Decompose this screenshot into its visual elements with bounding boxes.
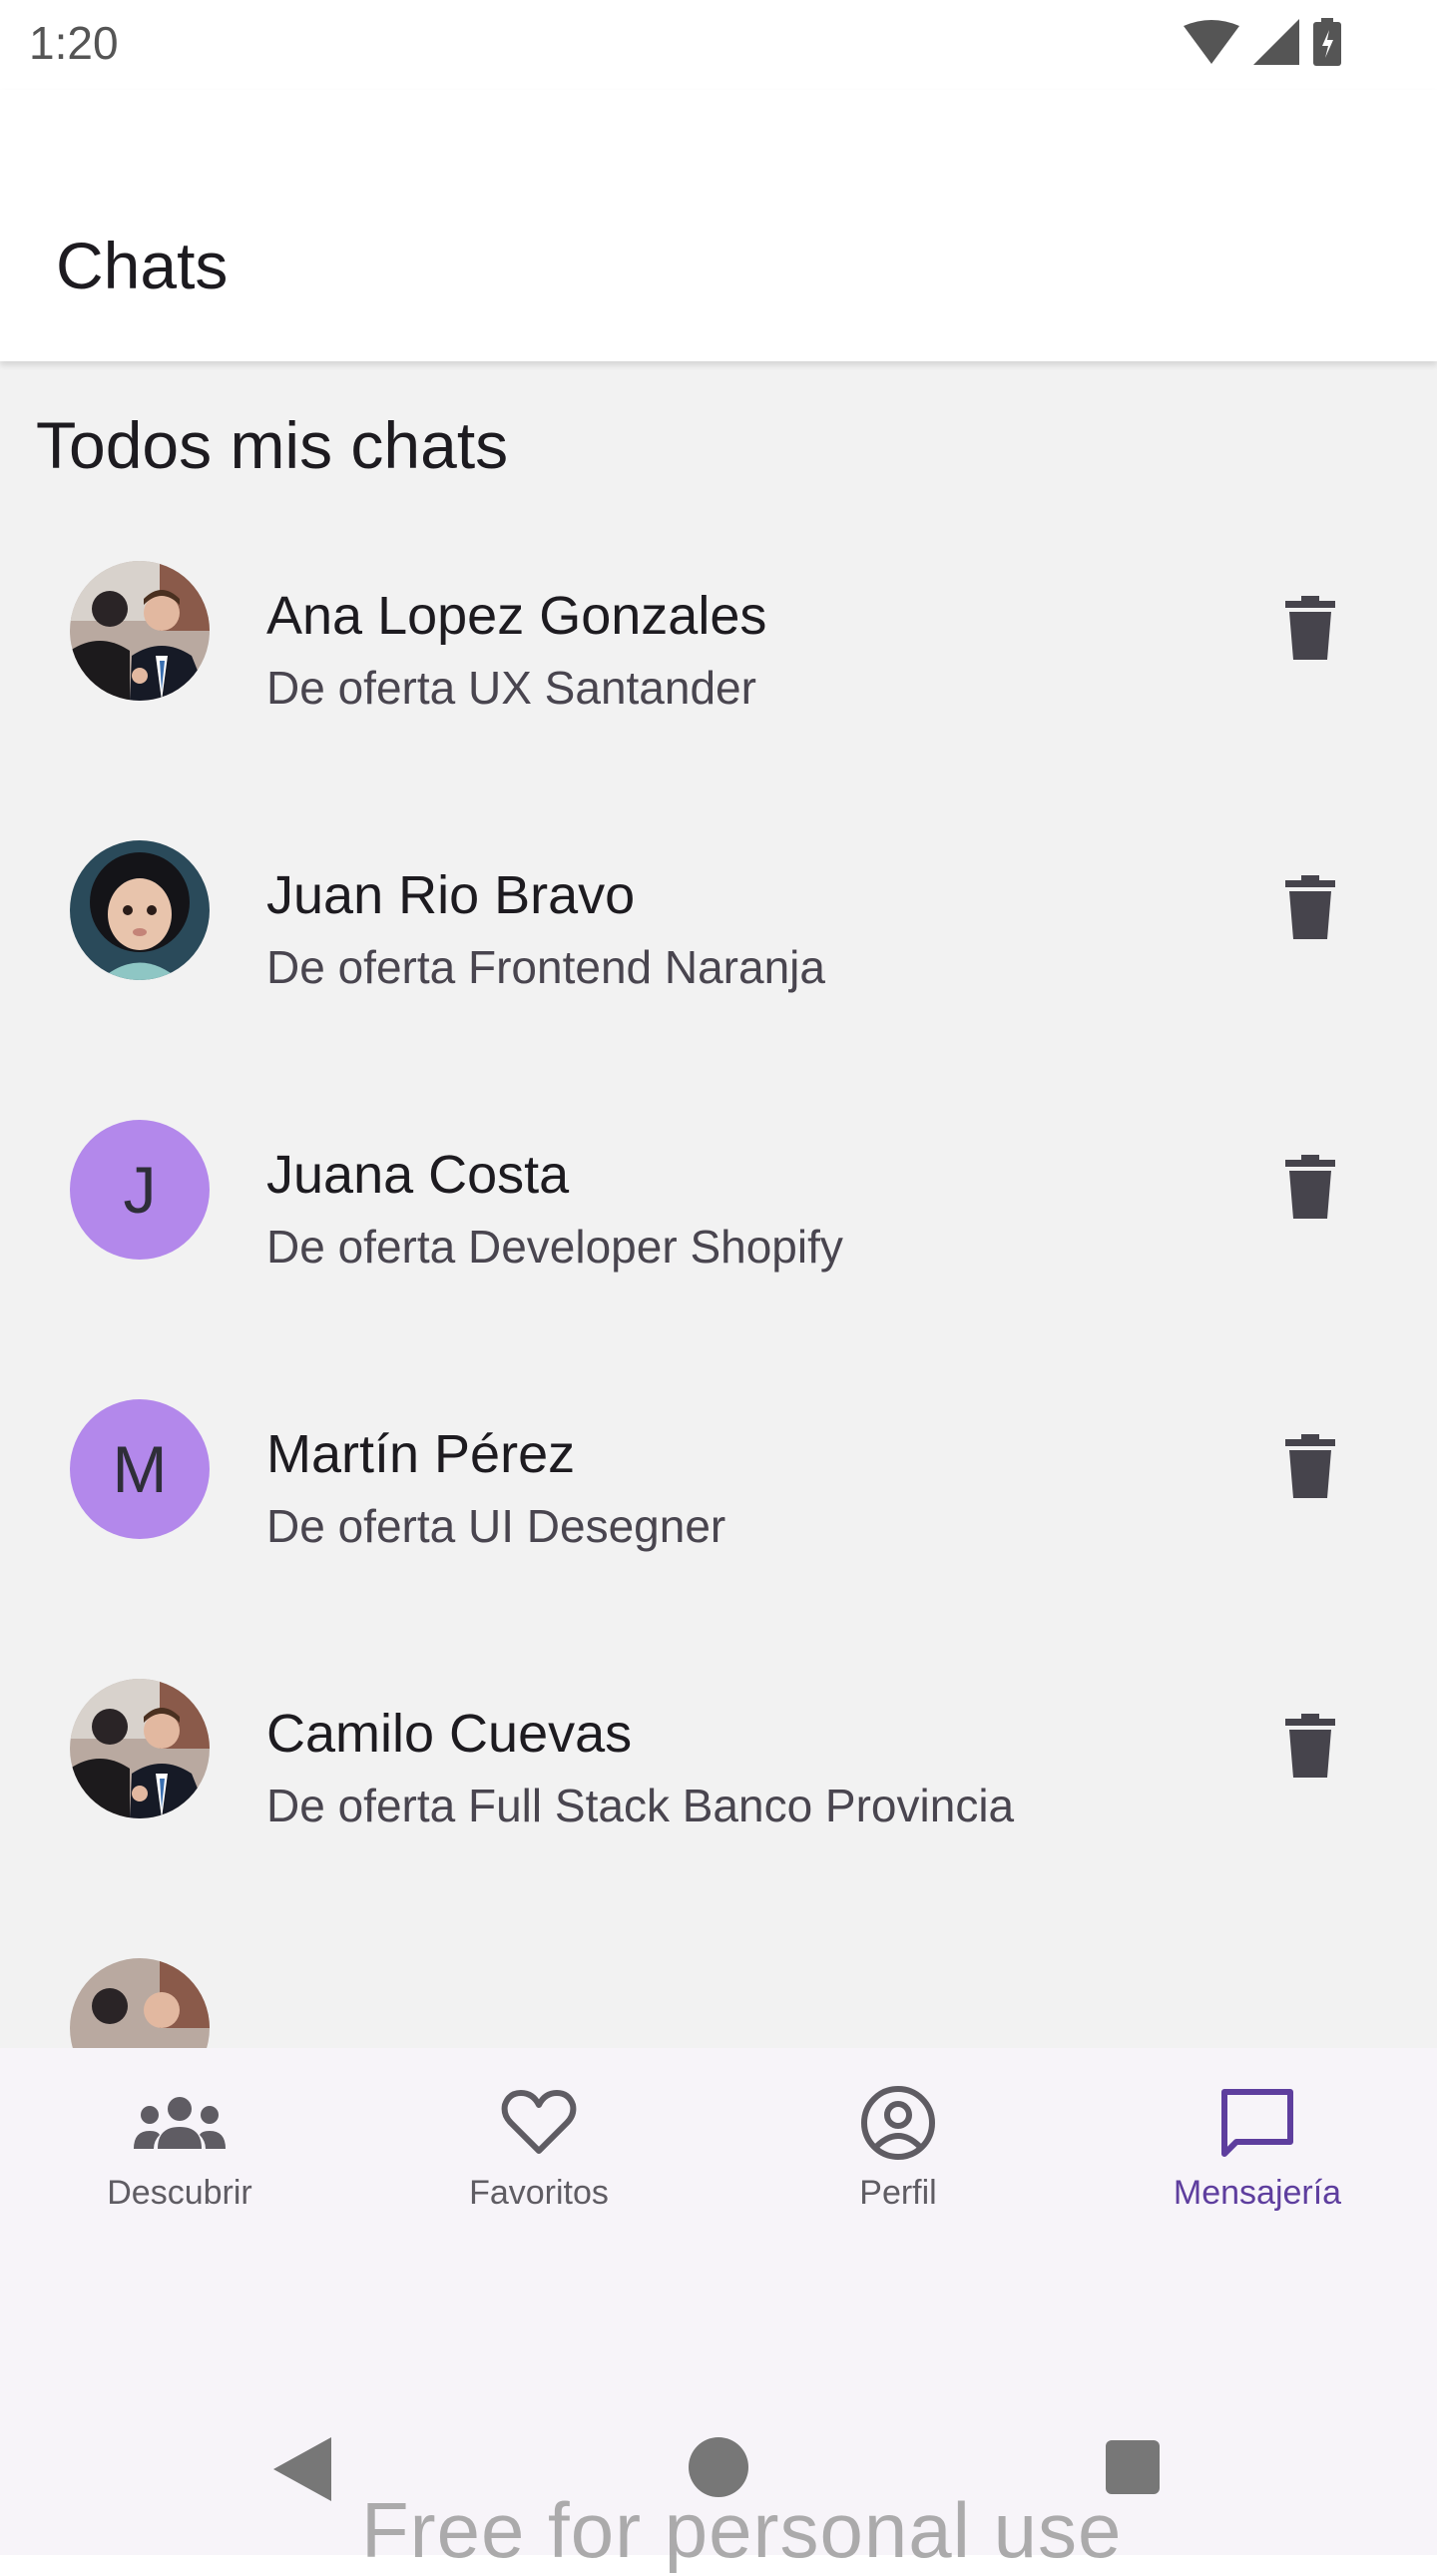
delete-button[interactable]: [1273, 1429, 1347, 1503]
chat-item[interactable]: M Martín Pérez De oferta UI Desegner: [0, 1399, 1437, 1679]
photo-couple-icon: [70, 1958, 210, 2048]
nav-item-favoritos[interactable]: Favoritos: [359, 2078, 718, 2213]
avatar: [70, 1679, 210, 1818]
chat-subtitle: De oferta UX Santander: [266, 662, 756, 714]
heart-icon: [501, 2090, 577, 2154]
nav-item-descubrir[interactable]: Descubrir: [0, 2078, 359, 2213]
trash-icon: [1285, 1434, 1335, 1498]
chat-item-partial[interactable]: [0, 1958, 1437, 2048]
chat-name: Martín Pérez: [266, 1424, 576, 1484]
delete-button[interactable]: [1273, 591, 1347, 665]
status-icons: [1184, 18, 1341, 66]
status-time: 1:20: [29, 17, 119, 69]
bottom-navigation: Descubrir Favoritos Perfil Mensajería: [0, 2048, 1437, 2286]
trash-icon: [1285, 1714, 1335, 1778]
avatar: [70, 840, 210, 980]
trash-icon: [1285, 596, 1335, 660]
avatar: [70, 1958, 210, 2048]
section-title: Todos mis chats: [36, 408, 509, 482]
photo-couple-icon: [70, 561, 210, 701]
nav-label: Favoritos: [469, 2174, 609, 2212]
system-navigation-bar: Free for personal use: [0, 2286, 1437, 2574]
nav-label: Perfil: [859, 2174, 937, 2212]
avatar: J: [70, 1120, 210, 1260]
signal-icon: [1253, 19, 1299, 65]
chat-subtitle: De oferta Developer Shopify: [266, 1221, 843, 1273]
back-icon[interactable]: [273, 2437, 331, 2501]
wifi-icon: [1184, 20, 1239, 64]
delete-button[interactable]: [1273, 1709, 1347, 1783]
trash-icon: [1285, 875, 1335, 939]
chat-subtitle: De oferta UI Desegner: [266, 1500, 726, 1552]
account-circle-icon: [861, 2086, 935, 2160]
nav-item-perfil[interactable]: Perfil: [718, 2078, 1078, 2213]
nav-label: Descubrir: [107, 2174, 252, 2212]
nav-item-mensajeria[interactable]: Mensajería: [1078, 2078, 1437, 2213]
chat-item[interactable]: Camilo Cuevas De oferta Full Stack Banco…: [0, 1679, 1437, 1958]
photo-child-icon: [70, 840, 210, 980]
chat-item[interactable]: Juan Rio Bravo De oferta Frontend Naranj…: [0, 840, 1437, 1120]
nav-label: Mensajería: [1173, 2174, 1342, 2212]
chat-bubble-icon: [1221, 2089, 1293, 2157]
chat-name: Camilo Cuevas: [266, 1704, 633, 1764]
group-icon: [134, 2097, 226, 2149]
chat-item[interactable]: Ana Lopez Gonzales De oferta UX Santande…: [0, 561, 1437, 840]
chat-subtitle: De oferta Frontend Naranja: [266, 941, 825, 993]
app-bar: Chats: [0, 90, 1437, 361]
avatar: [70, 561, 210, 701]
avatar: M: [70, 1399, 210, 1539]
chat-name: Juan Rio Bravo: [266, 865, 636, 925]
page-title: Chats: [56, 229, 229, 302]
watermark-text: Free for personal use: [361, 2486, 1123, 2574]
battery-icon: [1313, 18, 1341, 66]
chat-content: Todos mis chats Ana Lopez Gonzales De of…: [0, 361, 1437, 2048]
photo-couple-icon: [70, 1679, 210, 1818]
status-bar: 1:20: [0, 0, 1437, 90]
trash-icon: [1285, 1155, 1335, 1219]
chat-name: Juana Costa: [266, 1145, 570, 1205]
delete-button[interactable]: [1273, 1150, 1347, 1224]
delete-button[interactable]: [1273, 870, 1347, 944]
chat-subtitle: De oferta Full Stack Banco Provincia: [266, 1780, 1015, 1831]
chat-name: Ana Lopez Gonzales: [266, 586, 767, 646]
chat-item[interactable]: J Juana Costa De oferta Developer Shopif…: [0, 1120, 1437, 1399]
